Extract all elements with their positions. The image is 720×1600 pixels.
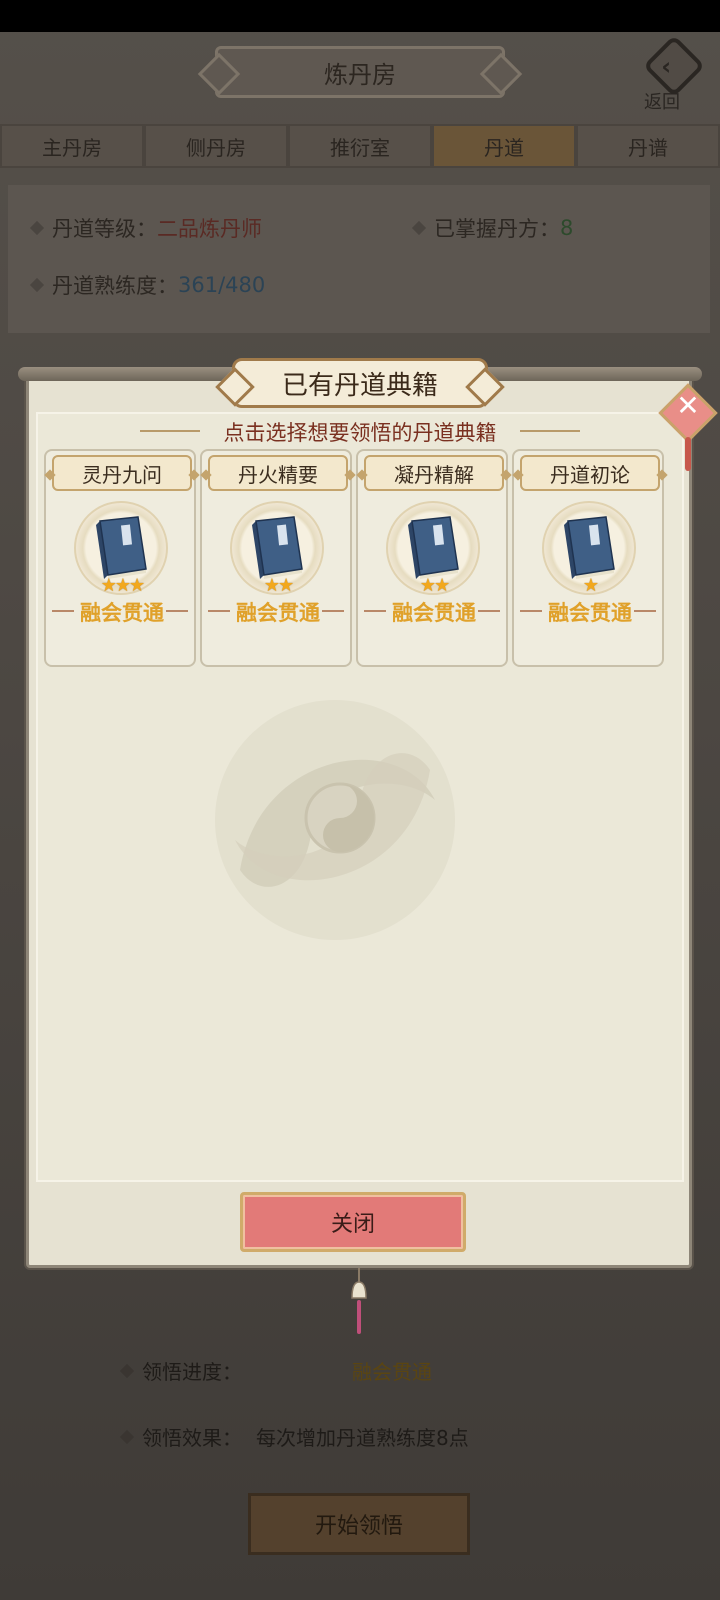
star-rating: ★★ — [419, 575, 450, 596]
level-value: 二品炼丹师 — [157, 217, 262, 241]
tab-main-room[interactable]: 主丹房 — [0, 124, 144, 168]
book-name: 灵丹九问 — [52, 455, 192, 491]
effect-label: 领悟效果： — [142, 1426, 242, 1450]
progress-row: 领悟进度： 融会贯通 — [119, 1356, 432, 1385]
level-label: 丹道等级： — [52, 217, 157, 241]
star-rating: ★ — [582, 575, 599, 596]
star-rating: ★★ — [263, 575, 294, 596]
mastered-row: 已掌握丹方： 8 — [411, 213, 574, 243]
book-icon — [564, 516, 615, 579]
tab-deduction-room[interactable]: 推衍室 — [288, 124, 432, 168]
back-label: 返回 — [644, 92, 680, 113]
diamond-bullet-icon — [29, 277, 45, 293]
mastery-label: 融会贯通 — [548, 601, 632, 625]
modal-subtitle: 点击选择想要领悟的丹道典籍 — [223, 421, 497, 445]
progress-value: 融会贯通 — [352, 1360, 432, 1384]
diamond-bullet-icon — [119, 1429, 135, 1444]
mastery-label: 融会贯通 — [236, 601, 320, 625]
book-name: 丹道初论 — [520, 455, 660, 491]
star-rating: ★★★ — [100, 575, 145, 596]
mastery-label: 融会贯通 — [392, 601, 476, 625]
proficiency-value: 361/480 — [178, 273, 266, 297]
back-button[interactable]: ‹ 返回 — [640, 34, 710, 113]
tab-bar: 主丹房 侧丹房 推衍室 丹道 丹谱 — [0, 124, 720, 168]
tab-recipes[interactable]: 丹谱 — [576, 124, 720, 168]
modal-title: 已有丹道典籍 — [232, 358, 488, 408]
modal-title-text: 已有丹道典籍 — [281, 370, 438, 401]
level-row: 丹道等级： 二品炼丹师 — [29, 213, 262, 243]
diamond-bullet-icon — [119, 1363, 135, 1378]
info-panel — [8, 185, 710, 333]
mastered-value: 8 — [560, 216, 574, 240]
book-icon — [96, 516, 147, 579]
progress-label: 领悟进度： — [142, 1360, 242, 1384]
mastered-label: 已掌握丹方： — [434, 217, 560, 241]
tab-alchemy-dao[interactable]: 丹道 — [432, 124, 576, 168]
subtitle-right-ornament — [520, 430, 580, 432]
close-button-label: 关闭 — [330, 1212, 375, 1237]
proficiency-label: 丹道熟练度： — [52, 274, 178, 298]
book-name: 丹火精要 — [208, 455, 348, 491]
mastery-label: 融会贯通 — [80, 601, 164, 625]
page-title: 炼丹房 — [215, 46, 505, 98]
diamond-bullet-icon — [29, 220, 45, 236]
effect-value: 每次增加丹道熟练度8点 — [256, 1426, 469, 1450]
book-name: 凝丹精解 — [364, 455, 504, 491]
book-icon — [252, 516, 303, 579]
yin-yang-watermark-icon — [215, 700, 455, 940]
status-bar — [0, 0, 720, 32]
book-icon — [408, 516, 459, 579]
start-comprehension-button[interactable]: 开始领悟 — [248, 1493, 470, 1555]
effect-row: 领悟效果： 每次增加丹道熟练度8点 — [119, 1422, 469, 1451]
tab-side-room[interactable]: 侧丹房 — [144, 124, 288, 168]
bell-pendant-icon — [351, 1268, 367, 1334]
proficiency-row: 丹道熟练度： 361/480 — [29, 270, 266, 300]
book-card-lingdan-jiuwen[interactable]: 灵丹九问 ★★★ 融会贯通 — [44, 449, 196, 667]
book-card-dandao-chulun[interactable]: 丹道初论 ★ 融会贯通 — [512, 449, 664, 667]
book-card-ningdan-jingjie[interactable]: 凝丹精解 ★★ 融会贯通 — [356, 449, 508, 667]
book-card-danhuo-jingyao[interactable]: 丹火精要 ★★ 融会贯通 — [200, 449, 352, 667]
page-title-text: 炼丹房 — [324, 60, 396, 89]
diamond-bullet-icon — [411, 220, 427, 236]
modal-close-button[interactable]: 关闭 — [240, 1192, 466, 1252]
